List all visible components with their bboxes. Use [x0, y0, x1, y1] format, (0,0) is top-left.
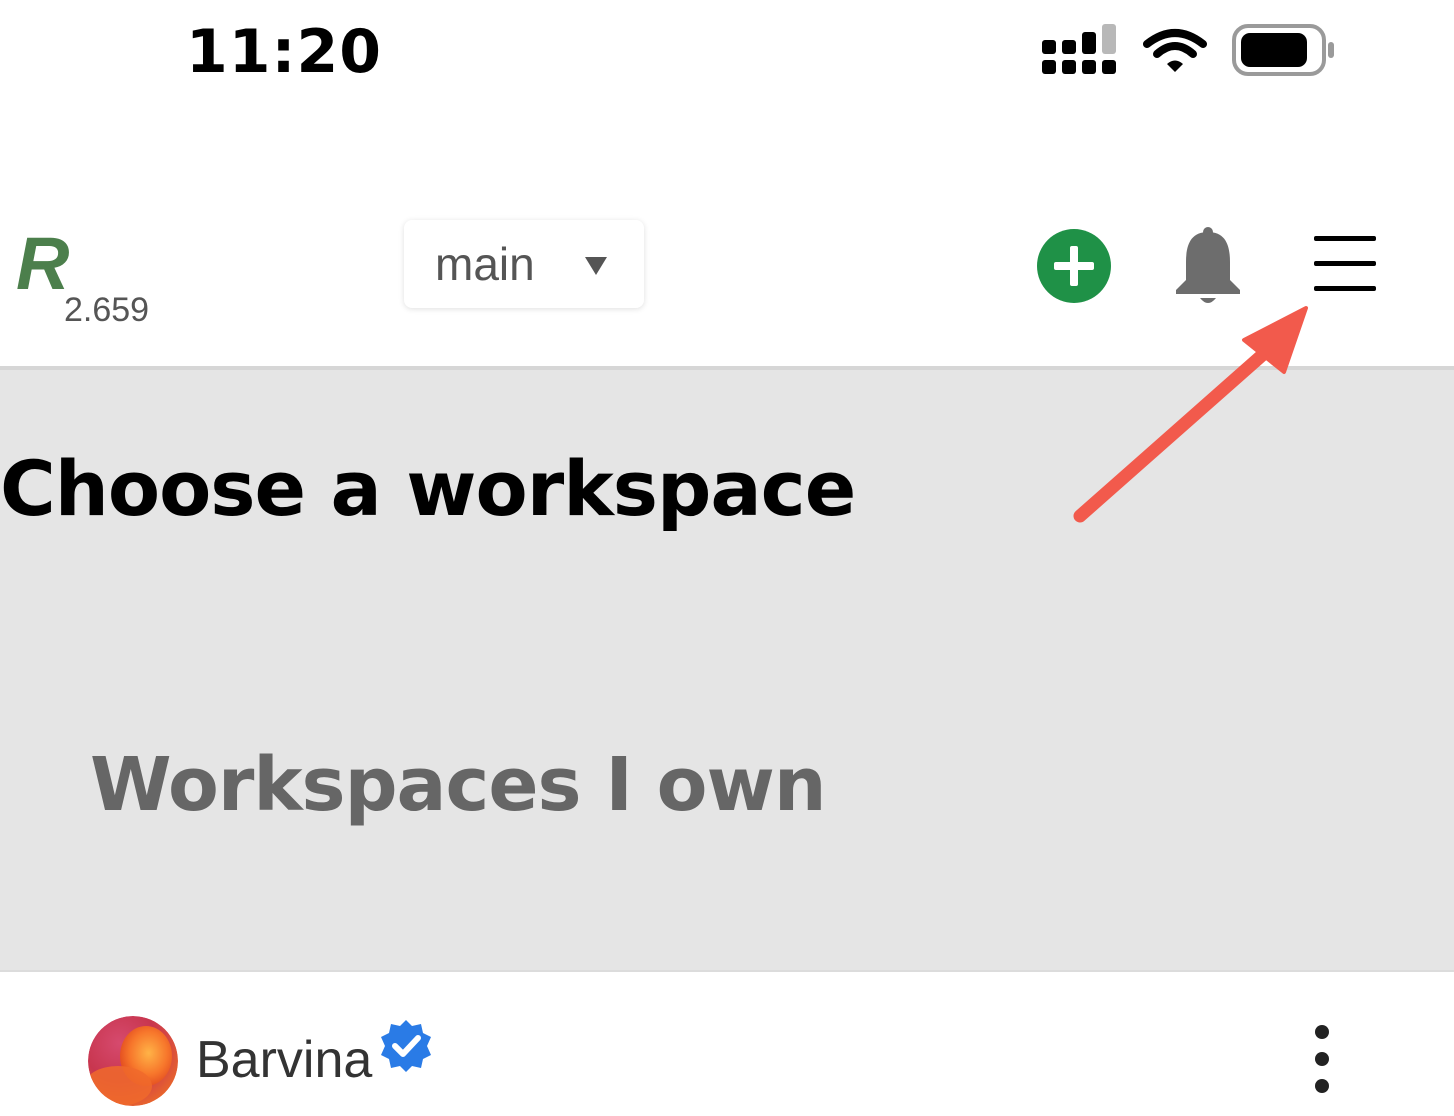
app-logo: R: [16, 222, 70, 305]
battery-icon: [1232, 24, 1334, 76]
workspace-section: Choose a workspace Workspaces I own: [0, 370, 1454, 970]
status-time: 11:20: [186, 17, 382, 87]
wifi-icon: [1143, 29, 1207, 72]
branch-select-value: main: [435, 238, 535, 290]
vertical-dots-icon[interactable]: [1300, 1024, 1344, 1094]
cellular-signal-icon: [1042, 24, 1116, 74]
verified-badge-icon: [381, 1020, 431, 1072]
app-screen: 11:20 R 2.659 main Choose a workspace Wo…: [0, 0, 1454, 1116]
app-version: 2.659: [64, 291, 150, 329]
workspace-list-item[interactable]: Barvina: [0, 970, 1454, 1116]
workspace-name: Barvina: [196, 1031, 373, 1089]
page-title: Choose a workspace: [0, 444, 856, 533]
caret-down-icon: [585, 257, 607, 275]
notifications-bell-icon[interactable]: [1172, 226, 1244, 306]
add-button[interactable]: [1036, 228, 1112, 304]
branch-select[interactable]: main: [404, 220, 644, 308]
owned-workspaces-heading: Workspaces I own: [90, 742, 827, 828]
workspace-avatar: [88, 1016, 178, 1106]
hamburger-menu-icon[interactable]: [1304, 228, 1384, 300]
